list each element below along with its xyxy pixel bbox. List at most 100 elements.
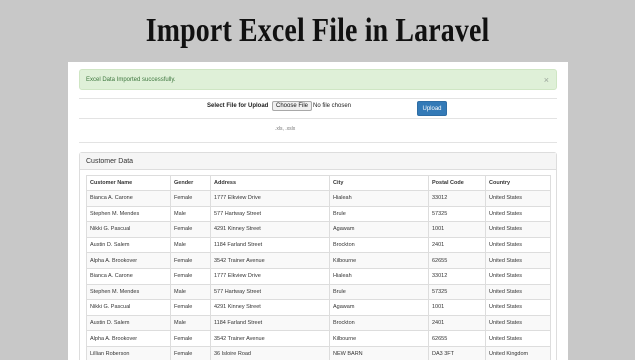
table-cell: Nikki G. Pascual <box>86 299 171 316</box>
table-cell: Female <box>170 299 211 316</box>
table-cell: 1777 Elkview Drive <box>210 190 330 207</box>
table-cell: Male <box>170 283 211 301</box>
table-cell: Female <box>170 267 211 285</box>
table-cell: 4291 Kinney Street <box>210 221 330 238</box>
table-cell: Male <box>170 314 211 332</box>
table-cell: United States <box>485 267 551 285</box>
table-row: Nikki G. Pascual Female 4291 Kinney Street… <box>86 299 551 316</box>
table-cell: Female <box>170 345 211 360</box>
table-cell: Kilbourne <box>329 330 429 347</box>
file-name-text: No file chosen <box>313 103 352 109</box>
table-row: Bianca A. Carone Female 1777 Elkview Drive… <box>86 267 551 285</box>
table-cell: Alpha A. Brookover <box>86 252 171 269</box>
table-cell: Brockton <box>329 314 429 332</box>
table-cell: 1184 Farland Street <box>210 236 330 254</box>
table-cell: Agawam <box>329 221 429 238</box>
upload-button[interactable]: Upload <box>417 101 447 116</box>
table-cell: Male <box>170 205 211 223</box>
table-cell: 33012 <box>428 190 486 207</box>
table-cell: United States <box>485 283 551 301</box>
table-row: Stephen M. Mendes Male 577 Hartway Street B… <box>86 205 551 223</box>
table-cell: 1184 Farland Street <box>210 314 330 332</box>
upload-label: Select File for Upload <box>207 103 269 109</box>
table-row: Austin D. Salem Male 1184 Farland Street Br… <box>86 314 551 332</box>
table-cell: United States <box>485 205 551 223</box>
table-row: Austin D. Salem Male 1184 Farland Street Br… <box>86 236 551 254</box>
table-cell: 3542 Trainer Avenue <box>210 330 330 347</box>
table-cell: United States <box>485 221 551 238</box>
page-container: Excel Data Imported successfully. × Sele… <box>68 62 568 360</box>
table-cell: Bianca A. Carone <box>86 190 171 207</box>
table-cell: 2401 <box>428 314 486 332</box>
success-alert: Excel Data Imported successfully. × <box>79 69 557 90</box>
table-cell: 57325 <box>428 205 486 223</box>
alert-message: Excel Data Imported successfully. <box>86 76 176 83</box>
table-row: Bianca A. Carone Female 1777 Elkview Drive… <box>86 190 551 207</box>
close-icon[interactable]: × <box>544 75 549 85</box>
divider <box>79 142 557 143</box>
table-cell: 1001 <box>428 221 486 238</box>
table-row: Nikki G. Pascual Female 4291 Kinney Street… <box>86 221 551 238</box>
table-cell: Hialeah <box>329 267 429 285</box>
table-cell: 57325 <box>428 283 486 301</box>
table-cell: 4291 Kinney Street <box>210 299 330 316</box>
table-cell: United States <box>485 314 551 332</box>
table-cell: Female <box>170 190 211 207</box>
table-cell: 3542 Trainer Avenue <box>210 252 330 269</box>
table-row: Alpha A. Brookover Female 3542 Trainer Ave… <box>86 252 551 269</box>
table-cell: 577 Hartway Street <box>210 283 330 301</box>
choose-file-button[interactable]: Choose File <box>272 101 313 111</box>
column-header: City <box>329 175 429 191</box>
file-type-hint: .xls, .xslx <box>275 126 296 132</box>
table-cell: Female <box>170 330 211 347</box>
table-cell: United States <box>485 236 551 254</box>
table-cell: 577 Hartway Street <box>210 205 330 223</box>
table-row: Lillian Roberson Female 36 Isloire Road NEW… <box>86 345 551 360</box>
table-cell: United States <box>485 299 551 316</box>
table-cell: 33012 <box>428 267 486 285</box>
column-header: Country <box>485 175 551 191</box>
table-cell: Female <box>170 252 211 269</box>
table-header-row: Customer Name Gender Address City Postal… <box>86 175 551 191</box>
table-cell: Bianca A. Carone <box>86 267 171 285</box>
banner-title: Import Excel File in Laravel <box>145 12 490 49</box>
table-cell: United Kingdom <box>485 345 551 360</box>
table-cell: Austin D. Salem <box>86 236 171 254</box>
table-cell: Nikki G. Pascual <box>86 221 171 238</box>
table-cell: 1777 Elkview Drive <box>210 267 330 285</box>
table-cell: 1001 <box>428 299 486 316</box>
table-row: Stephen M. Mendes Male 577 Hartway Street B… <box>86 283 551 301</box>
table-cell: United States <box>485 330 551 347</box>
customer-data-panel: Customer Data Customer Name Gender Addre… <box>79 152 557 360</box>
table-row: Alpha A. Brookover Female 3542 Trainer Ave… <box>86 330 551 347</box>
table-cell: Brule <box>329 205 429 223</box>
table-cell: Stephen M. Mendes <box>86 205 171 223</box>
table-cell: Hialeah <box>329 190 429 207</box>
column-header: Postal Code <box>428 175 486 191</box>
table-cell: 62655 <box>428 252 486 269</box>
table-cell: Stephen M. Mendes <box>86 283 171 301</box>
table-cell: United States <box>485 252 551 269</box>
upload-form: Select File for Upload Choose File No fi… <box>68 99 568 119</box>
panel-heading: Customer Data <box>80 153 556 170</box>
divider <box>79 118 557 119</box>
table-cell: 62655 <box>428 330 486 347</box>
table-cell: Female <box>170 221 211 238</box>
table-cell: Alpha A. Brookover <box>86 330 171 347</box>
page-banner: Import Excel File in Laravel <box>0 0 635 62</box>
table-cell: Kilbourne <box>329 252 429 269</box>
table-cell: Lillian Roberson <box>86 345 171 360</box>
table-cell: Austin D. Salem <box>86 314 171 332</box>
table-cell: Brule <box>329 283 429 301</box>
table-cell: Agawam <box>329 299 429 316</box>
customer-table: Customer Name Gender Address City Postal… <box>86 175 551 360</box>
table-cell: United States <box>485 190 551 207</box>
column-header: Address <box>210 175 330 191</box>
table-cell: Brockton <box>329 236 429 254</box>
table-cell: DA3 3FT <box>428 345 486 360</box>
table-cell: 36 Isloire Road <box>210 345 330 360</box>
table-cell: 2401 <box>428 236 486 254</box>
table-cell: NEW BARN <box>329 345 429 360</box>
column-header: Customer Name <box>86 175 171 191</box>
column-header: Gender <box>170 175 211 191</box>
